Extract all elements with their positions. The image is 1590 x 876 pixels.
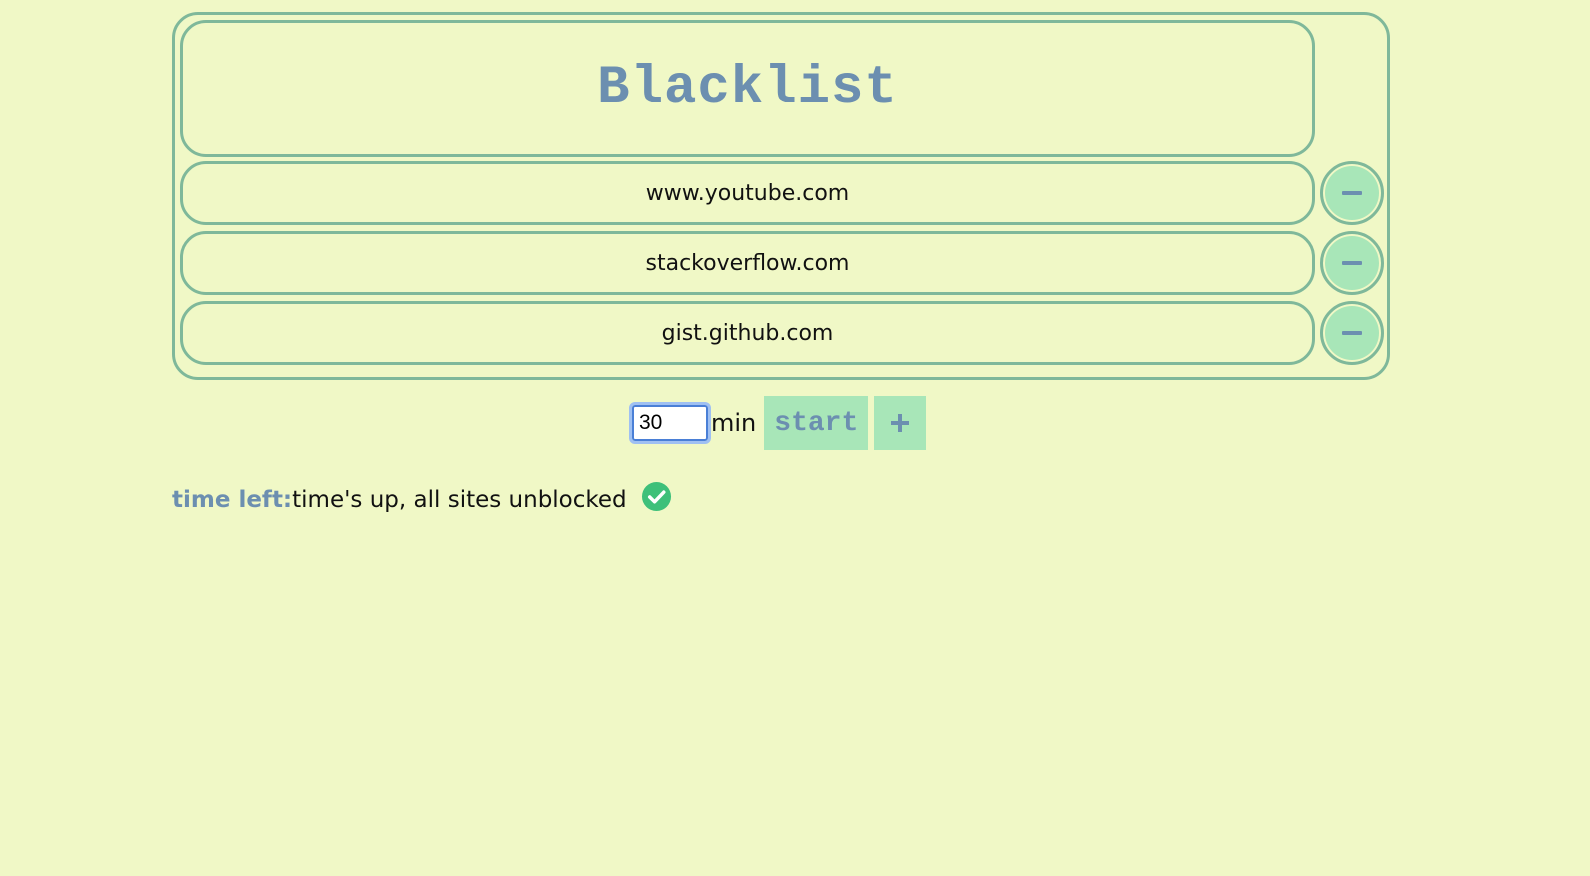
- site-row-youtube: www.youtube.com: [180, 161, 1315, 225]
- site-url: gist.github.com: [661, 320, 834, 346]
- minus-icon: [1342, 331, 1362, 335]
- minus-icon: [1342, 261, 1362, 265]
- minutes-input[interactable]: [629, 402, 711, 444]
- status-line: time left: time's up, all sites unblocke…: [172, 481, 672, 515]
- time-left-label: time left:: [172, 486, 293, 513]
- remove-site-button[interactable]: [1320, 231, 1384, 295]
- remove-site-button[interactable]: [1320, 301, 1384, 365]
- start-button-label: start: [774, 407, 859, 439]
- site-url: www.youtube.com: [645, 180, 850, 206]
- site-url: stackoverflow.com: [645, 250, 850, 276]
- page-title: Blacklist: [597, 58, 898, 119]
- minutes-unit-label: min: [711, 409, 757, 437]
- site-row-gist: gist.github.com: [180, 301, 1315, 365]
- plus-icon: [891, 414, 910, 432]
- timer-controls: min start: [629, 396, 927, 450]
- remove-site-button[interactable]: [1320, 161, 1384, 225]
- start-button[interactable]: start: [764, 396, 869, 450]
- check-circle-icon: [641, 481, 671, 512]
- title-box: Blacklist: [180, 20, 1315, 157]
- add-site-button[interactable]: [874, 396, 927, 450]
- site-row-stackoverflow: stackoverflow.com: [180, 231, 1315, 295]
- time-left-value: time's up, all sites unblocked: [292, 486, 627, 513]
- minus-icon: [1342, 191, 1362, 195]
